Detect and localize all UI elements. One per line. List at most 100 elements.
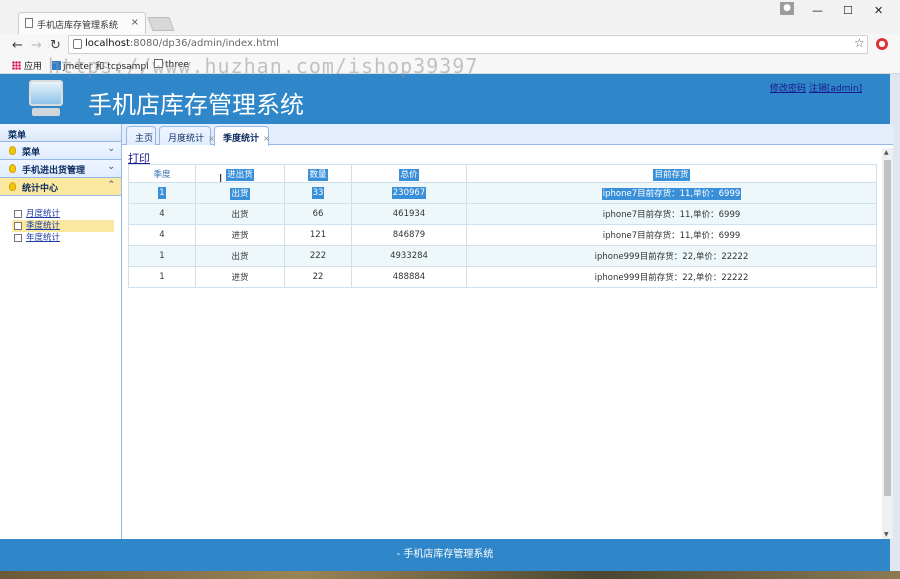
cell-in-out: 进货 — [195, 224, 285, 246]
tab-monthly-stats[interactable]: 月度统计 × — [159, 126, 215, 145]
minimize-button[interactable]: — — [812, 4, 823, 17]
cell-total-price: 461934 — [351, 203, 467, 225]
forward-arrow-icon[interactable]: → — [31, 38, 42, 53]
cell-current-stock: iphone999目前存货：22,单价：22222 — [466, 266, 877, 288]
change-password-link[interactable]: 修改密码 — [770, 84, 806, 94]
cell-in-out: 出货 — [195, 245, 285, 267]
cell-quantity: 22 — [284, 266, 352, 288]
accordion-label: 手机进出货管理 — [22, 166, 86, 176]
content-tabs: 主页 月度统计 × 季度统计 × — [122, 124, 893, 146]
watermark-text: https://www.huzhan.com/ishop39397 — [48, 54, 479, 78]
table-header-row: 季度 进出货 数量 总价 目前存货 — [128, 164, 877, 183]
desktop-background — [0, 571, 900, 579]
cell-in-out: 出货 — [195, 203, 285, 225]
cell-current-stock: iphone7目前存货：11,单价：6999 — [466, 203, 877, 225]
bookmark-apps[interactable]: 应用 — [12, 59, 42, 72]
accordion-label: 菜单 — [22, 148, 41, 158]
accordion-menu[interactable]: 菜单 ⌄ — [0, 142, 121, 160]
lightbulb-icon — [9, 146, 16, 155]
table-row[interactable]: 4 出货 66 461934 iphone7目前存货：11,单价：6999 — [128, 203, 877, 225]
app-header: 手机店库存管理系统 修改密码 注销[admin] — [0, 74, 890, 124]
lightbulb-icon — [9, 182, 16, 191]
chevron-down-icon[interactable]: ⌄ — [107, 162, 115, 172]
col-header-total-price[interactable]: 总价 — [351, 164, 467, 183]
main-panel: 主页 月度统计 × 季度统计 × 打印 季度 进出货 数量 总价 目前存货 1 出货… — [122, 124, 893, 539]
scroll-down-icon[interactable]: ▼ — [884, 531, 889, 538]
cell-quantity: 66 — [284, 203, 352, 225]
scrollbar-thumb[interactable] — [884, 160, 891, 496]
accordion-stats-center[interactable]: 统计中心 ⌃ — [0, 178, 121, 196]
user-links: 修改密码 注销[admin] — [770, 81, 862, 94]
new-tab-button[interactable] — [147, 17, 175, 31]
stats-submenu: 月度统计 季度统计 年度统计 — [0, 196, 121, 244]
close-window-button[interactable]: ✕ — [874, 4, 883, 17]
cell-in-out: 出货 — [195, 182, 285, 204]
cell-current-stock: iphone7目前存货：11,单价：6999 — [466, 224, 877, 246]
col-header-current-stock[interactable]: 目前存货 — [466, 164, 877, 183]
page-icon — [14, 210, 22, 218]
cell-quarter: 4 — [128, 224, 196, 246]
browser-tab-title: 手机店库存管理系统 — [37, 21, 119, 31]
cell-total-price: 230967 — [351, 182, 467, 204]
page-icon — [14, 222, 22, 230]
table-row[interactable]: 4 进货 121 846879 iphone7目前存货：11,单价：6999 — [128, 224, 877, 246]
sidebar-item-quarterly-stats[interactable]: 季度统计 — [12, 220, 114, 232]
accordion-phone-stock[interactable]: 手机进出货管理 ⌄ — [0, 160, 121, 178]
close-tab-icon[interactable]: × — [263, 134, 270, 143]
accordion-label: 统计中心 — [22, 184, 59, 194]
cell-quarter: 1 — [128, 266, 196, 288]
sidebar-item-yearly-stats[interactable]: 年度统计 — [12, 232, 114, 244]
url-host: localhost — [85, 38, 130, 49]
cell-in-out: 进货 — [195, 266, 285, 288]
maximize-button[interactable]: ☐ — [843, 4, 853, 17]
quarterly-stats-table: 季度 进出货 数量 总价 目前存货 1 出货 33 230967 iphone7… — [128, 164, 877, 288]
cell-quarter: 1 — [128, 182, 196, 204]
cell-quarter: 1 — [128, 245, 196, 267]
app-footer: - 手机店库存管理系统 — [0, 539, 890, 571]
tab-quarterly-stats[interactable]: 季度统计 × — [214, 126, 270, 146]
col-header-in-out[interactable]: 进出货 — [195, 164, 285, 183]
browser-tab[interactable]: 手机店库存管理系统 × — [18, 12, 146, 34]
browser-titlebar: 手机店库存管理系统 × ● — ☐ ✕ — [0, 0, 900, 34]
reload-icon[interactable]: ↻ — [50, 38, 61, 53]
cell-total-price: 4933284 — [351, 245, 467, 267]
sidebar: 菜单 菜单 ⌄ 手机进出货管理 ⌄ 统计中心 ⌃ 月度统计 季度统计 年度统计 — [0, 124, 122, 539]
cell-total-price: 846879 — [351, 224, 467, 246]
extension-icon[interactable]: ● — [876, 38, 888, 50]
system-title: 手机店库存管理系统 — [88, 91, 304, 119]
cell-total-price: 488884 — [351, 266, 467, 288]
close-tab-icon[interactable]: × — [131, 17, 139, 28]
page-info-icon — [73, 39, 82, 49]
page-icon — [25, 18, 33, 28]
scroll-up-icon[interactable]: ▲ — [884, 149, 889, 156]
sidebar-item-monthly-stats[interactable]: 月度统计 — [12, 208, 114, 220]
sidebar-title: 菜单 — [0, 124, 121, 142]
computer-logo-icon — [28, 78, 64, 118]
cell-quantity: 222 — [284, 245, 352, 267]
cell-current-stock: iphone999目前存货：22,单价：22222 — [466, 245, 877, 267]
address-bar-row: ← → ↻ localhost:8080/dp36/admin/index.ht… — [0, 34, 900, 56]
tab-home[interactable]: 主页 — [126, 126, 156, 145]
logout-link[interactable]: 注销[admin] — [809, 84, 862, 94]
url-path: :8080/dp36/admin/index.html — [129, 38, 279, 49]
chevron-down-icon[interactable]: ⌄ — [107, 144, 115, 154]
table-row[interactable]: 1 进货 22 488884 iphone999目前存货：22,单价：22222 — [128, 266, 877, 288]
col-header-quantity[interactable]: 数量 — [284, 164, 352, 183]
cell-quantity: 121 — [284, 224, 352, 246]
lightbulb-icon — [9, 164, 16, 173]
url-input[interactable]: localhost:8080/dp36/admin/index.html — [68, 35, 868, 54]
vertical-scrollbar[interactable]: ▲ ▼ — [882, 148, 893, 539]
chevron-up-icon[interactable]: ⌃ — [107, 180, 115, 190]
cell-quantity: 33 — [284, 182, 352, 204]
cell-current-stock: iphone7目前存货：11,单价：6999 — [466, 182, 877, 204]
cell-quarter: 4 — [128, 203, 196, 225]
bookmark-star-icon[interactable]: ☆ — [854, 36, 865, 50]
profile-icon[interactable]: ● — [780, 2, 794, 15]
table-row[interactable]: 1 出货 33 230967 iphone7目前存货：11,单价：6999 — [128, 182, 877, 204]
apps-grid-icon — [12, 61, 21, 70]
text-cursor-icon: I — [219, 172, 223, 185]
table-row[interactable]: 1 出货 222 4933284 iphone999目前存货：22,单价：222… — [128, 245, 877, 267]
col-header-quarter[interactable]: 季度 — [128, 164, 196, 183]
page-icon — [14, 234, 22, 242]
back-arrow-icon[interactable]: ← — [12, 38, 23, 53]
